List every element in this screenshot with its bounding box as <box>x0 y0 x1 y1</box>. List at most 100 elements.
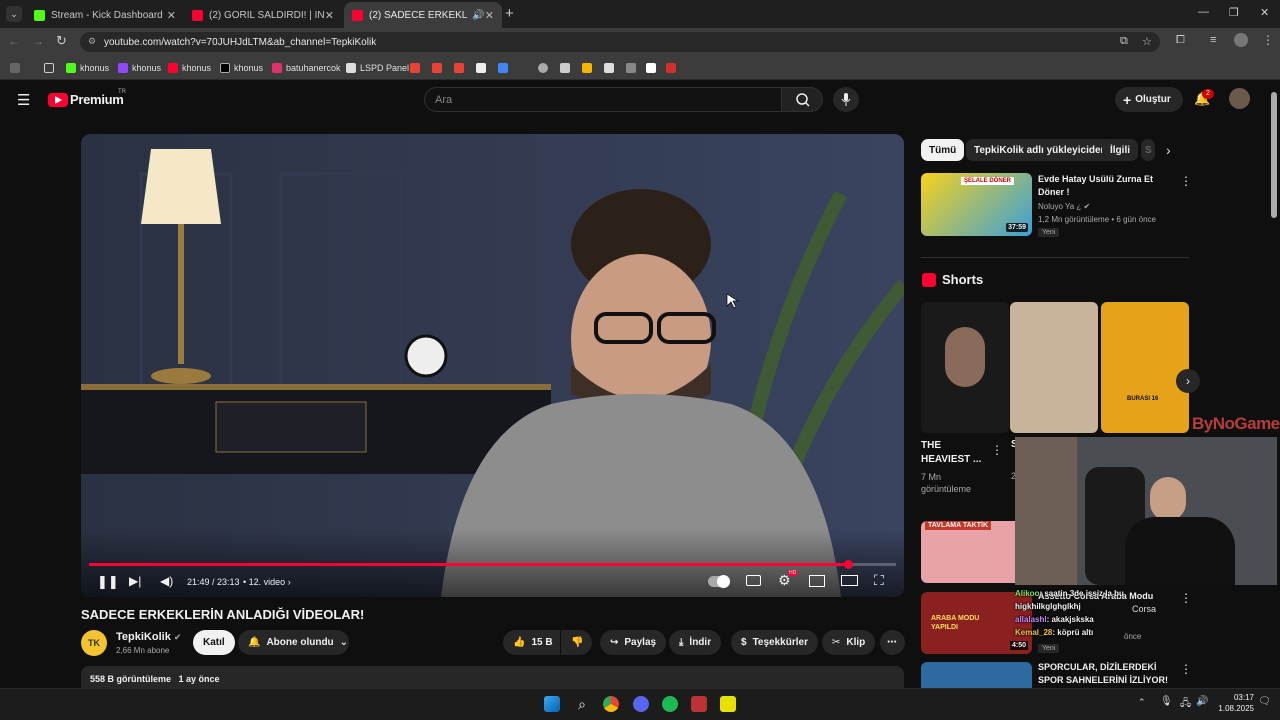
thanks-button[interactable]: $ Teşekkürler <box>731 630 818 655</box>
premium-logo-text[interactable]: Premium <box>70 92 124 107</box>
bookmark-star-icon[interactable]: ☆ <box>1142 35 1152 48</box>
create-button[interactable]: + Oluştur <box>1115 87 1183 112</box>
tab-kick-dashboard[interactable]: Stream - Kick Dashboard ✕ <box>26 2 184 28</box>
network-icon[interactable]: 🖧 <box>1180 696 1191 713</box>
search-button[interactable] <box>781 87 823 112</box>
chip-from-uploader[interactable]: TepkiKolik adlı yükleyiciden <box>966 139 1115 161</box>
recommendation-channel[interactable]: Noluyo Ya ¿ ✔ <box>1038 202 1090 211</box>
clock[interactable]: 03:17 1.08.2025 <box>1214 692 1254 714</box>
bookmark-icon[interactable] <box>646 61 660 75</box>
pause-icon[interactable]: ❚❚ <box>97 574 119 590</box>
theater-mode-icon[interactable] <box>841 575 858 586</box>
close-window-icon[interactable]: ✕ <box>1260 6 1269 19</box>
forward-icon[interactable]: → <box>32 34 44 48</box>
chip-more[interactable]: S <box>1141 139 1155 161</box>
notifications-icon[interactable]: 🗨 <box>1258 696 1271 707</box>
fullscreen-icon[interactable]: ⛶ <box>874 572 884 589</box>
bookmark-khonus-4[interactable]: khonus <box>220 61 263 75</box>
chip-related[interactable]: İlgili <box>1102 139 1138 161</box>
recommendation-thumbnail[interactable]: ŞELALE DÖNER 37:59 <box>921 173 1032 236</box>
short-thumbnail[interactable] <box>1010 302 1098 433</box>
tray-chevron-icon[interactable]: ⌃ <box>1138 697 1146 708</box>
close-icon[interactable]: ✕ <box>325 9 334 22</box>
menu-icon[interactable]: ⋮ <box>1262 33 1274 47</box>
download-button[interactable]: ⤓ İndir <box>669 630 722 655</box>
more-options-icon[interactable]: ⋮ <box>1180 591 1192 605</box>
minimize-icon[interactable]: — <box>1198 6 1209 18</box>
audio-playing-icon[interactable]: 🔊 <box>472 10 484 21</box>
tab-sadece-erkeklerin[interactable]: (2) SADECE ERKEKLERİN AN... 🔊 ✕ <box>344 2 502 28</box>
channel-avatar[interactable]: TK <box>81 630 107 656</box>
next-video-icon[interactable]: ▶| <box>129 574 141 588</box>
new-tab-button[interactable]: + <box>505 5 514 22</box>
install-app-icon[interactable]: ⧉ <box>1120 35 1128 48</box>
bookmark-icon[interactable] <box>582 61 596 75</box>
progress-scrubber[interactable] <box>843 560 853 569</box>
more-actions-button[interactable]: ⋯ <box>880 630 905 655</box>
short-thumbnail[interactable] <box>921 302 1009 433</box>
chapter-label[interactable]: • 12. video › <box>243 577 291 587</box>
volume-icon[interactable]: ◀) <box>160 574 173 588</box>
chevron-right-icon[interactable]: › <box>1166 142 1171 158</box>
apps-icon[interactable] <box>10 61 24 75</box>
short-title[interactable]: THE HEAVIEST ... <box>921 439 983 467</box>
hamburger-menu-icon[interactable]: ☰ <box>17 91 30 109</box>
page-scrollbar-thumb[interactable] <box>1271 92 1277 218</box>
bookmark-khonus-2[interactable]: khonus <box>118 61 161 75</box>
bookmark-icon[interactable] <box>454 61 468 75</box>
shorts-next-button[interactable]: › <box>1176 369 1200 393</box>
search-icon[interactable]: ⌕ <box>574 696 590 712</box>
folder-icon[interactable] <box>44 61 58 75</box>
tab-search-icon[interactable]: ⌄ <box>6 6 22 22</box>
account-avatar[interactable] <box>1229 88 1250 109</box>
close-icon[interactable]: ✕ <box>167 9 176 22</box>
bookmark-icon[interactable] <box>476 61 490 75</box>
tab-goril[interactable]: (2) GORİL SALDIRDI! | İNSAN V... ✕ <box>184 2 342 28</box>
recommendation-title[interactable]: Evde Hatay Usülü Zurna Et Döner ! <box>1038 173 1158 199</box>
site-info-icon[interactable]: ⚙ <box>88 36 96 47</box>
discord-icon[interactable] <box>633 696 649 712</box>
recommendation-title[interactable]: SPORCULAR, DİZİLERDEKİ SPOR SAHNELERİNİ … <box>1038 661 1178 687</box>
like-button[interactable]: 👍 15 B <box>503 630 560 655</box>
dislike-button[interactable]: 👎 <box>561 630 592 655</box>
bookmark-icon[interactable] <box>560 61 574 75</box>
bookmark-icon[interactable] <box>410 61 424 75</box>
app-icon[interactable] <box>720 696 736 712</box>
youtube-logo-icon[interactable] <box>48 93 68 107</box>
more-options-icon[interactable]: ⋮ <box>991 443 1003 457</box>
search-input[interactable]: Ara <box>424 87 782 112</box>
subscribed-button[interactable]: 🔔 Abone olundu ⌄ <box>238 630 349 655</box>
bookmark-icon[interactable] <box>538 61 552 75</box>
close-icon[interactable]: ✕ <box>485 9 494 22</box>
bookmark-icon[interactable] <box>604 61 618 75</box>
extensions-icon[interactable]: ⧠ <box>1176 34 1185 47</box>
bookmark-batuhanercok[interactable]: batuhanercok <box>272 61 341 75</box>
short-thumbnail[interactable]: BURASI 16 <box>1101 302 1189 433</box>
back-icon[interactable]: ← <box>8 34 20 48</box>
chip-all[interactable]: Tümü <box>921 139 965 161</box>
share-button[interactable]: ↪ Paylaş <box>600 630 667 655</box>
windows-start-icon[interactable] <box>544 696 560 712</box>
spotify-icon[interactable] <box>662 696 678 712</box>
bookmark-khonus-1[interactable]: khonus <box>66 61 109 75</box>
bookmark-icon[interactable] <box>666 61 680 75</box>
chrome-icon[interactable] <box>603 696 619 712</box>
clip-button[interactable]: ✂ Klip <box>822 630 876 655</box>
voice-search-button[interactable] <box>833 87 859 112</box>
bookmark-lspd-panel[interactable]: LSPD Panel <box>346 61 409 75</box>
app-icon[interactable] <box>691 696 707 712</box>
autoplay-toggle[interactable] <box>708 575 730 588</box>
channel-name[interactable]: TepkiKolik ✔ <box>116 631 181 643</box>
miniplayer-icon[interactable] <box>809 575 825 587</box>
bookmark-khonus-3[interactable]: khonus <box>168 61 211 75</box>
restore-icon[interactable]: ❐ <box>1229 6 1239 19</box>
bookmark-icon[interactable] <box>498 61 512 75</box>
speaker-icon[interactable]: 🔊 <box>1196 696 1208 707</box>
join-button[interactable]: Katıl <box>193 630 235 655</box>
recommendation-thumbnail[interactable] <box>921 662 1032 688</box>
media-controls-icon[interactable]: ≡ <box>1210 34 1216 46</box>
reload-icon[interactable]: ↻ <box>56 33 67 49</box>
video-player[interactable]: ❚❚ ▶| ◀) 21:49 / 23:13 • 12. video › ⚙ H… <box>81 134 904 597</box>
bookmark-icon[interactable] <box>432 61 446 75</box>
subtitles-icon[interactable] <box>746 575 761 586</box>
